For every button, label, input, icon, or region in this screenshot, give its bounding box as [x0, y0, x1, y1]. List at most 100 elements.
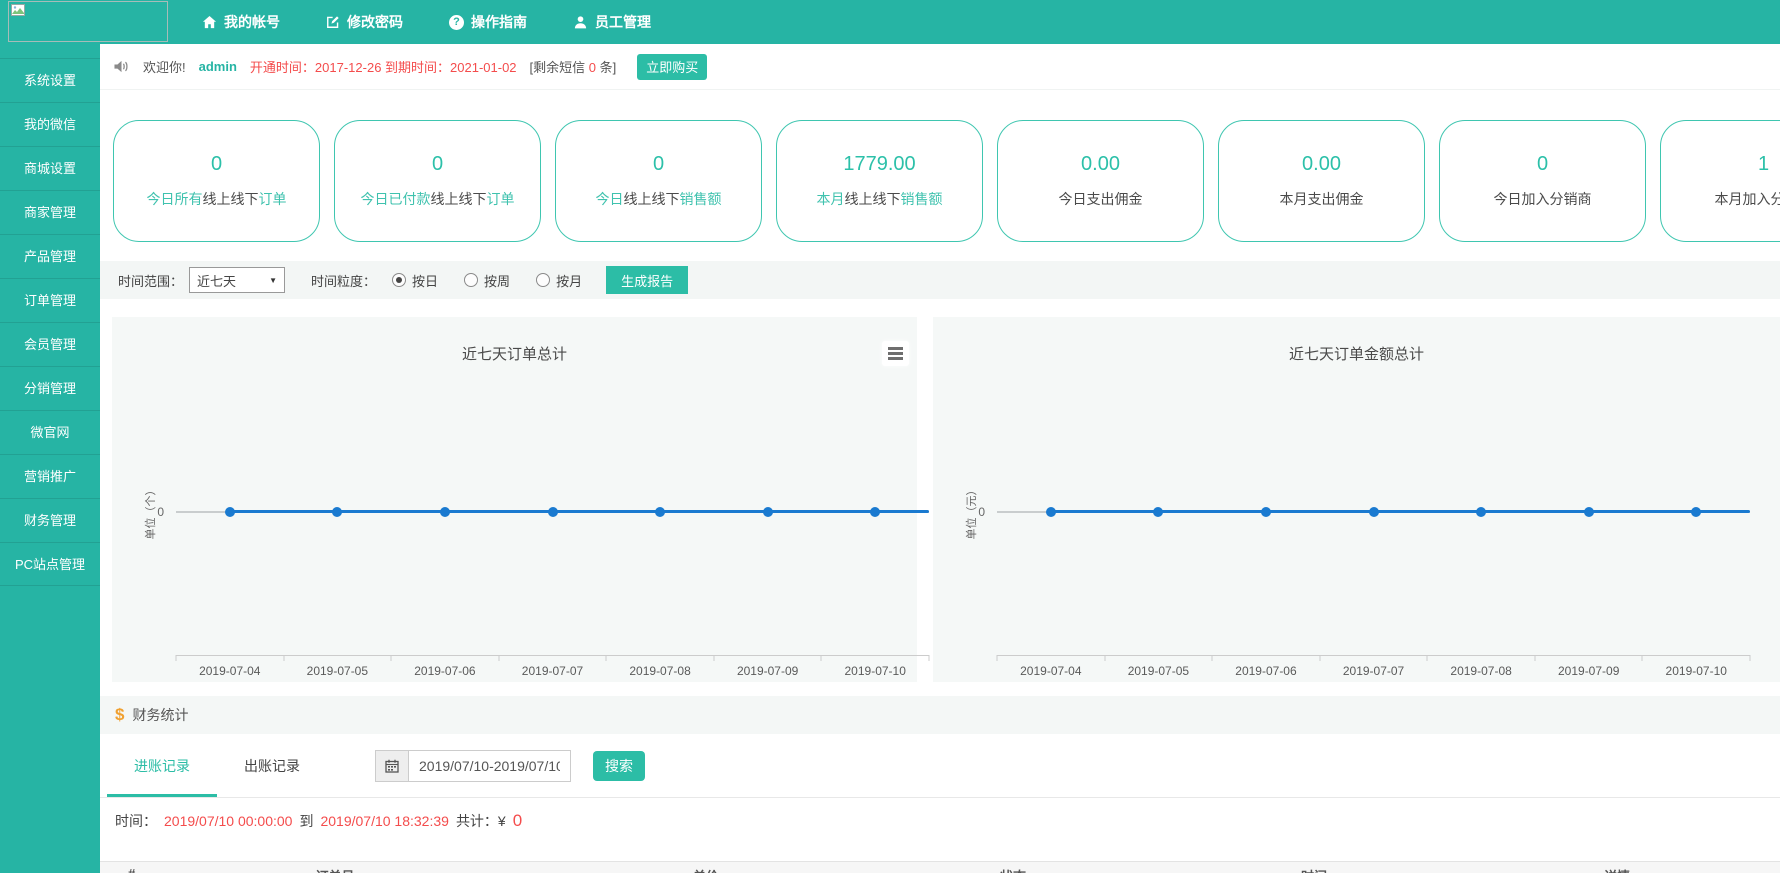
- sidebar-item-10[interactable]: 财务管理: [0, 498, 100, 542]
- x-axis-label: 2019-07-08: [629, 664, 690, 678]
- x-axis-tick: [283, 655, 284, 661]
- line-chart-panel-0: 近七天订单总计单位（个）02019-07-042019-07-052019-07…: [112, 317, 917, 682]
- sidebar-item-11[interactable]: PC站点管理: [0, 542, 100, 586]
- to-label: 到: [299, 811, 313, 831]
- radio-circle-icon: [464, 273, 478, 287]
- table-column-header: 单价: [693, 866, 719, 873]
- calendar-addon[interactable]: [375, 750, 409, 782]
- sidebar-item-7[interactable]: 分销管理: [0, 366, 100, 410]
- logo: [8, 1, 168, 42]
- stat-card-value: 0.00: [1081, 153, 1120, 176]
- stat-card-label-part: 线上线下: [624, 191, 680, 207]
- data-point: [655, 507, 665, 517]
- stat-card-label-part: 今日: [596, 191, 624, 207]
- time-to: 2019/07/10 18:32:39: [320, 813, 448, 829]
- sidebar-item-1[interactable]: 我的微信: [0, 102, 100, 146]
- time-range-value: 近七天: [197, 271, 236, 290]
- chart-toolbox-menu-icon[interactable]: [882, 341, 909, 366]
- x-axis-label: 2019-07-09: [1558, 664, 1619, 678]
- total-label: 共计：¥: [456, 811, 506, 831]
- x-axis-label: 2019-07-10: [1666, 664, 1727, 678]
- stat-card-label-part: 订单: [259, 191, 287, 207]
- sidebar-item-9[interactable]: 营销推广: [0, 454, 100, 498]
- table-column-header: 详情: [1604, 866, 1630, 873]
- time-label: 时间：: [115, 811, 157, 831]
- chart-title: 近七天订单金额总计: [933, 343, 1780, 364]
- tab-0[interactable]: 进账记录: [107, 734, 217, 797]
- date-range-input[interactable]: [409, 750, 571, 782]
- chevron-down-icon: ▼: [269, 276, 277, 285]
- x-axis-tick: [1319, 655, 1320, 661]
- x-axis-tick: [1534, 655, 1535, 661]
- time-from: 2019/07/10 00:00:00: [164, 813, 292, 829]
- x-axis-label: 2019-07-08: [1450, 664, 1511, 678]
- radio-label: 按月: [556, 271, 582, 290]
- search-button[interactable]: 搜索: [593, 751, 645, 781]
- sidebar-item-2[interactable]: 商城设置: [0, 146, 100, 190]
- data-point: [440, 507, 450, 517]
- top-navigation: 我的帐号 修改密码 操作指南 员工管理: [202, 0, 651, 44]
- total-value: 0: [513, 811, 522, 831]
- data-point: [1691, 507, 1701, 517]
- data-point: [1476, 507, 1486, 517]
- edit-icon: [326, 15, 340, 29]
- sms-prefix: [剩余短信: [530, 60, 589, 75]
- broken-image-icon: [11, 4, 25, 16]
- x-axis-line: [997, 655, 1750, 656]
- report-filter-bar: 时间范围： 近七天 ▼ 时间粒度： 按日按周按月 生成报告: [100, 261, 1780, 299]
- table-column-header: 订单号: [315, 866, 354, 873]
- sidebar-item-0[interactable]: 系统设置: [0, 58, 100, 102]
- stat-card-7: 1本月加入分销商: [1660, 120, 1780, 242]
- stat-card-label-part: 线上线下: [431, 191, 487, 207]
- nav-guide[interactable]: 操作指南: [449, 12, 527, 32]
- x-axis-tick: [1104, 655, 1105, 661]
- sms-remaining: [剩余短信 0 条]: [530, 57, 617, 76]
- sidebar-item-4[interactable]: 产品管理: [0, 234, 100, 278]
- date-range-group: [375, 750, 571, 782]
- granularity-radios: 按日 按周 按月: [392, 271, 582, 290]
- x-axis-label: 2019-07-06: [1235, 664, 1296, 678]
- nav-label: 操作指南: [471, 12, 527, 32]
- nav-staff-management[interactable]: 员工管理: [573, 12, 651, 32]
- finance-section-title: 财务统计: [132, 705, 188, 725]
- nav-my-account[interactable]: 我的帐号: [202, 12, 280, 32]
- welcome-bar: 欢迎你! admin 开通时间：2017-12-26 到期时间：2021-01-…: [100, 44, 1780, 90]
- radio-2[interactable]: 按月: [536, 271, 582, 290]
- x-axis-line: [176, 655, 929, 656]
- stat-card-label-part: 线上线下: [203, 191, 259, 207]
- sidebar-item-3[interactable]: 商家管理: [0, 190, 100, 234]
- time-range-select[interactable]: 近七天 ▼: [189, 267, 285, 293]
- y-axis-title: 单位（个）: [142, 485, 158, 540]
- stat-card-label-part: 本月支出佣金: [1280, 191, 1364, 207]
- radio-0[interactable]: 按日: [392, 271, 438, 290]
- tab-1[interactable]: 出账记录: [217, 734, 327, 797]
- chart-title: 近七天订单总计: [112, 343, 917, 364]
- sidebar-item-5[interactable]: 订单管理: [0, 278, 100, 322]
- data-point: [763, 507, 773, 517]
- sidebar-item-8[interactable]: 微官网: [0, 410, 100, 454]
- nav-change-password[interactable]: 修改密码: [326, 12, 403, 32]
- speaker-icon: [113, 59, 130, 74]
- main-content: 欢迎你! admin 开通时间：2017-12-26 到期时间：2021-01-…: [100, 44, 1780, 873]
- topbar: 我的帐号 修改密码 操作指南 员工管理: [0, 0, 1780, 44]
- sidebar: 系统设置我的微信商城设置商家管理产品管理订单管理会员管理分销管理微官网营销推广财…: [0, 44, 100, 873]
- x-axis-label: 2019-07-10: [845, 664, 906, 678]
- buy-now-button[interactable]: 立即购买: [637, 54, 707, 80]
- data-point: [1584, 507, 1594, 517]
- x-axis-label: 2019-07-07: [522, 664, 583, 678]
- x-axis-tick: [929, 655, 930, 661]
- stat-card-0: 0今日所有线上线下订单: [113, 120, 320, 242]
- stat-card-value: 0.00: [1302, 153, 1341, 176]
- stat-card-label-part: 今日已付款: [361, 191, 431, 207]
- finance-tabs: 进账记录出账记录: [107, 734, 327, 797]
- radio-1[interactable]: 按周: [464, 271, 510, 290]
- stat-card-label-part: 本月加入分销商: [1715, 191, 1780, 207]
- generate-report-button[interactable]: 生成报告: [606, 266, 688, 294]
- stat-card-label: 本月加入分销商: [1715, 189, 1780, 209]
- sidebar-item-6[interactable]: 会员管理: [0, 322, 100, 366]
- line-chart-panel-1: 近七天订单金额总计单位（元）02019-07-042019-07-052019-…: [933, 317, 1780, 682]
- stat-card-label: 本月线上线下销售额: [817, 189, 943, 209]
- data-point: [1261, 507, 1271, 517]
- stat-card-label: 本月支出佣金: [1280, 189, 1364, 209]
- x-axis-tick: [821, 655, 822, 661]
